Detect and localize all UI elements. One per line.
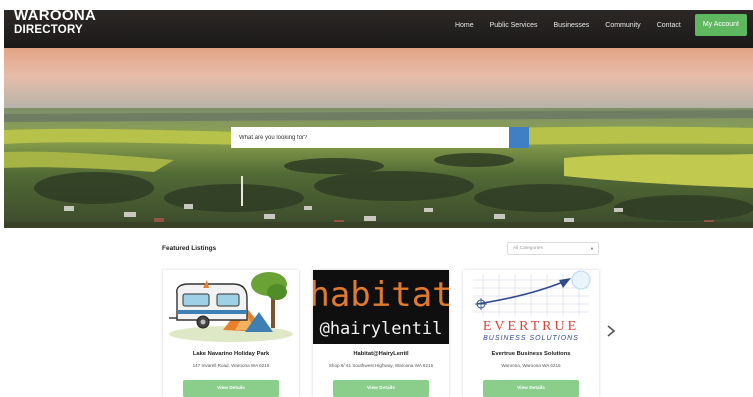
listing-card[interactable]: EVERTRUE BUSINESS SOLUTIONS Evertrue Bus… (463, 270, 599, 397)
site-logo[interactable]: WAROONA DIRECTORY (14, 7, 97, 37)
listing-address: Shop 6/ 61 Southwest Highway, Waroona WA… (328, 363, 434, 368)
nav-public-services[interactable]: Public Services (490, 22, 538, 29)
habitat-logo: habitat @hairylentil (313, 270, 449, 344)
habitat-logo-word: habitat (313, 275, 449, 315)
listing-address: Waroona, Waroona WA 6215 (501, 363, 561, 368)
featured-listings-heading: Featured Listings (162, 245, 217, 252)
hero-banner (4, 48, 753, 228)
search-input[interactable] (231, 127, 509, 148)
carousel-next-button[interactable] (604, 323, 618, 339)
my-account-button[interactable]: My Account (694, 14, 747, 36)
search-button[interactable] (231, 127, 529, 148)
view-details-button[interactable]: View Details (333, 380, 429, 397)
caret-down-icon: ▼ (590, 246, 594, 251)
evertrue-logo-word: EVERTRUE (483, 319, 579, 334)
nav-home[interactable]: Home (455, 22, 474, 29)
listing-name: Habitat@HairyLentil (353, 351, 409, 357)
listing-name: Lake Navarino Holiday Park (192, 351, 270, 357)
nav-contact[interactable]: Contact (657, 22, 681, 29)
nav-community[interactable]: Community (605, 22, 640, 29)
navbar: WAROONA DIRECTORY Home Public Services B… (4, 7, 753, 48)
caravan-illustration (163, 270, 299, 344)
view-details-button[interactable]: View Details (483, 380, 579, 397)
category-select-value: All Categories (513, 246, 543, 251)
listing-image (163, 270, 299, 344)
hairylentil-logo-word: @hairylentil (320, 319, 443, 339)
view-details-button[interactable]: View Details (183, 380, 279, 397)
logo-line-1: WAROONA (14, 7, 97, 24)
nav-businesses[interactable]: Businesses (553, 22, 589, 29)
search-bar (231, 127, 529, 148)
listing-image: habitat @hairylentil (313, 270, 449, 344)
listing-card[interactable]: Lake Navarino Holiday Park 147 Invarell … (163, 270, 299, 397)
evertrue-logo: EVERTRUE BUSINESS SOLUTIONS (463, 270, 599, 344)
business-solutions-logo-word: BUSINESS SOLUTIONS (483, 335, 579, 342)
listing-card[interactable]: habitat @hairylentil Habitat@HairyLentil… (313, 270, 449, 397)
chevron-right-icon (607, 325, 616, 337)
logo-line-2: DIRECTORY (14, 24, 83, 36)
listing-name: Evertrue Business Solutions (491, 351, 571, 357)
category-select[interactable]: All Categories ▼ (507, 242, 599, 255)
listing-image: EVERTRUE BUSINESS SOLUTIONS (463, 270, 599, 344)
listing-address: 147 Invarell Road, Waroona WA 6215 (192, 363, 270, 368)
top-strip (0, 0, 753, 10)
main-nav: Home Public Services Businesses Communit… (439, 13, 747, 37)
search-icon (231, 127, 239, 135)
